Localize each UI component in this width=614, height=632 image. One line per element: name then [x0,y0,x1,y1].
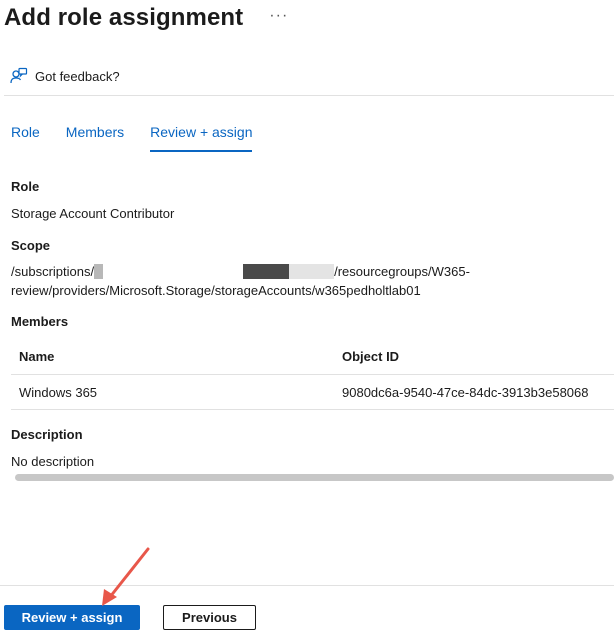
scope-line-1: /subscriptions/ /resourcegroups/W365- [11,264,470,279]
review-assign-button[interactable]: Review + assign [4,605,140,630]
description-heading: Description [11,427,83,442]
scope-heading: Scope [11,238,51,253]
description-value: No description [11,454,95,469]
redacted-block [94,264,104,279]
horizontal-scrollbar[interactable] [15,474,614,481]
feedback-link[interactable]: Got feedback? [10,66,120,86]
column-header-object-id[interactable]: Object ID [342,349,614,364]
tab-bar: Role Members Review + assign [11,124,278,152]
more-options-icon[interactable]: ··· [269,7,288,25]
previous-button[interactable]: Previous [163,605,256,630]
page-title: Add role assignment [4,4,244,31]
redacted-gap [103,264,243,279]
scope-prefix: /subscriptions/ [11,264,95,279]
footer-divider [0,585,614,586]
table-row: Windows 365 9080dc6a-9540-47ce-84dc-3913… [11,375,614,410]
redacted-block [289,264,335,279]
scope-suffix: /resourcegroups/W365- [334,264,470,279]
table-header: Name Object ID [11,339,614,375]
header: Add role assignment ··· [4,0,288,36]
role-value: Storage Account Contributor [11,206,175,221]
scope-line-2: review/providers/Microsoft.Storage/stora… [11,283,421,298]
member-object-id: 9080dc6a-9540-47ce-84dc-3913b3e58068 [342,384,589,400]
member-name: Windows 365 [19,384,98,400]
header-divider [4,95,614,96]
members-table: Name Object ID Windows 365 9080dc6a-9540… [11,339,614,410]
feedback-label: Got feedback? [35,68,120,84]
feedback-icon [10,67,28,84]
add-role-assignment-page: Add role assignment ··· Got feedback? Ro… [0,0,614,632]
redacted-block [243,264,290,279]
column-header-name[interactable]: Name [11,349,342,364]
tab-review-assign[interactable]: Review + assign [150,124,253,152]
members-heading: Members [11,314,69,329]
tab-role[interactable]: Role [11,124,40,152]
role-heading: Role [11,179,40,194]
tab-members[interactable]: Members [66,124,124,152]
